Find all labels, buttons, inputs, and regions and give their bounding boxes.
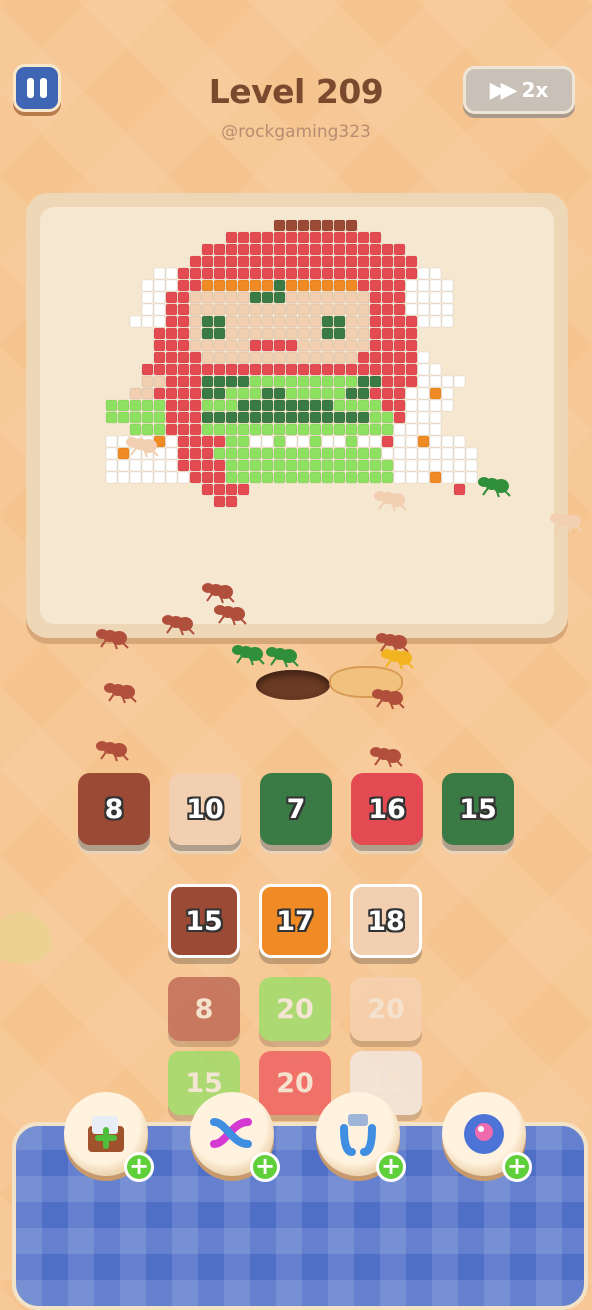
bubble-booster-button[interactable]: + [442, 1092, 532, 1182]
queue-tile[interactable]: 7 [260, 773, 332, 845]
queue-tile[interactable]: 10 [169, 773, 241, 845]
bubble-icon [464, 1114, 504, 1154]
plus-icon[interactable]: + [124, 1152, 154, 1182]
queue-tile[interactable]: 15 [442, 773, 514, 845]
plus-icon[interactable]: + [376, 1152, 406, 1182]
queue-tile[interactable]: 8 [78, 773, 150, 845]
grid-tile[interactable]: 18 [350, 884, 422, 958]
plus-icon[interactable]: + [502, 1152, 532, 1182]
add-box-icon [88, 1116, 124, 1152]
grid-tile[interactable]: 20 [350, 977, 422, 1041]
add-box-booster-button[interactable]: + [64, 1092, 154, 1182]
grid-tile[interactable]: 20 [259, 1051, 331, 1115]
grid-tile[interactable]: 15 [168, 884, 240, 958]
plus-icon[interactable]: + [250, 1152, 280, 1182]
queue-tile[interactable]: 16 [351, 773, 423, 845]
grid-tile[interactable]: 17 [259, 884, 331, 958]
shuffle-icon [210, 1118, 252, 1148]
grid-tile[interactable]: 8 [168, 977, 240, 1041]
shuffle-booster-button[interactable]: + [190, 1092, 280, 1182]
grid-tile[interactable]: 20 [259, 977, 331, 1041]
magnet-claw-booster-button[interactable]: + [316, 1092, 406, 1182]
magnet-claw-icon [340, 1114, 376, 1156]
